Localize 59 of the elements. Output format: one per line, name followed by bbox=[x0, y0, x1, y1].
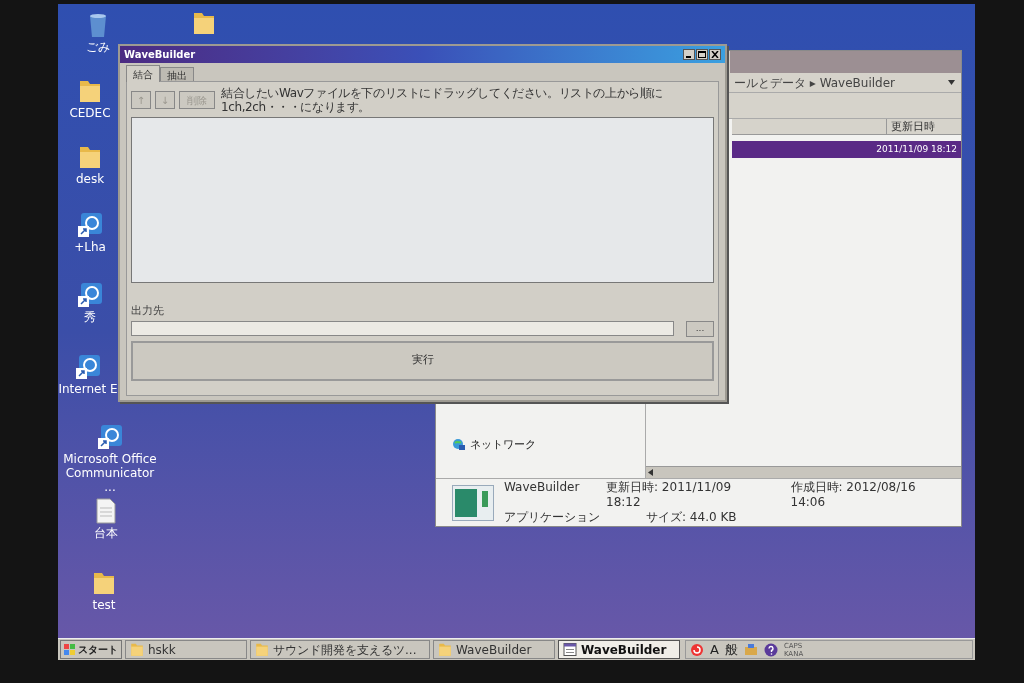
windows-logo-icon bbox=[64, 643, 76, 656]
column-header[interactable]: 更新日時 bbox=[886, 119, 961, 134]
minimize-icon[interactable] bbox=[683, 49, 695, 60]
refresh-circle-icon[interactable] bbox=[690, 642, 704, 657]
taskbar-button[interactable]: サウンド開発を支えるツ... bbox=[250, 640, 430, 659]
field-label: 出力先 bbox=[131, 303, 165, 319]
file-size: サイズ: 44.0 KB bbox=[645, 510, 738, 525]
window-icon bbox=[563, 642, 577, 657]
icon-label[interactable]: ごみ bbox=[86, 40, 110, 54]
icon-label[interactable]: Microsoft Office Communicator ... bbox=[60, 452, 160, 494]
icon-label[interactable]: desk bbox=[75, 172, 105, 186]
folder-icon bbox=[92, 570, 116, 596]
table-cell-text: 2011/11/09 18:12 bbox=[876, 142, 957, 156]
instruction-text: 結合したいWavファイルを下のリストにドラッグしてください。リストの上から順に1ch,2ch・・・になります。 bbox=[221, 86, 664, 114]
icon-label[interactable]: test bbox=[92, 598, 116, 612]
selected-file-row[interactable]: 2011/11/09 18:12 bbox=[732, 141, 961, 158]
window-title: WaveBuilder bbox=[124, 48, 197, 62]
shortcut-icon bbox=[77, 282, 103, 308]
scroll-left-arrow-icon[interactable] bbox=[648, 469, 653, 476]
nav-item-label: ネットワーク bbox=[470, 437, 536, 453]
run-button[interactable]: 実行 bbox=[131, 340, 714, 381]
folder-icon bbox=[130, 642, 144, 657]
shortcut-icon bbox=[77, 212, 103, 238]
icon-label[interactable]: 秀 bbox=[84, 310, 96, 324]
tab[interactable]: 抽出 bbox=[160, 67, 194, 81]
icon-label[interactable]: 台本 bbox=[94, 526, 118, 540]
file-type: アプリケーション bbox=[504, 510, 600, 525]
folder-icon bbox=[78, 144, 102, 170]
close-icon[interactable] bbox=[709, 49, 721, 60]
taskbar-button[interactable]: WaveBuilder bbox=[433, 640, 555, 659]
address-bar-path[interactable]: ールとデータ ▸ WaveBuilder bbox=[734, 73, 948, 92]
folder-icon bbox=[192, 10, 216, 36]
created-date: 作成日時: 2012/08/16 14:06 bbox=[789, 480, 917, 510]
start-button[interactable]: スタート bbox=[60, 640, 122, 659]
tab[interactable]: 結合 bbox=[126, 65, 160, 82]
network-globe-icon bbox=[452, 438, 466, 453]
ime-indicator[interactable]: 般 bbox=[724, 639, 738, 660]
icon-label[interactable]: +Lha bbox=[74, 240, 106, 254]
folder-icon bbox=[438, 642, 452, 657]
folder-icon bbox=[255, 642, 269, 657]
folder-icon bbox=[78, 78, 102, 104]
output-path-field[interactable] bbox=[131, 321, 674, 336]
icon-label[interactable]: CEDEC bbox=[69, 106, 111, 120]
document-icon bbox=[95, 498, 117, 524]
dropdown-caret-icon[interactable] bbox=[948, 80, 955, 85]
maximize-icon[interactable] bbox=[696, 49, 708, 60]
shortcut-icon bbox=[75, 354, 101, 380]
ime-indicator[interactable]: A bbox=[710, 639, 719, 660]
browse-button[interactable]: ... bbox=[686, 320, 714, 337]
taskbar-button[interactable]: WaveBuilder bbox=[558, 640, 680, 659]
shortcut-icon bbox=[97, 424, 123, 450]
horizontal-scrollbar[interactable] bbox=[646, 466, 961, 478]
taskbar-button[interactable]: hskk bbox=[125, 640, 247, 659]
application-thumbnail-icon bbox=[452, 484, 494, 521]
nav-item[interactable]: ネットワーク bbox=[452, 437, 536, 454]
help-icon[interactable] bbox=[763, 642, 778, 657]
icon-label[interactable]: Internet E bbox=[58, 382, 118, 396]
modified-date: 更新日時: 2011/11/09 18:12 bbox=[606, 480, 733, 510]
file-name: WaveBuilder bbox=[504, 480, 581, 496]
